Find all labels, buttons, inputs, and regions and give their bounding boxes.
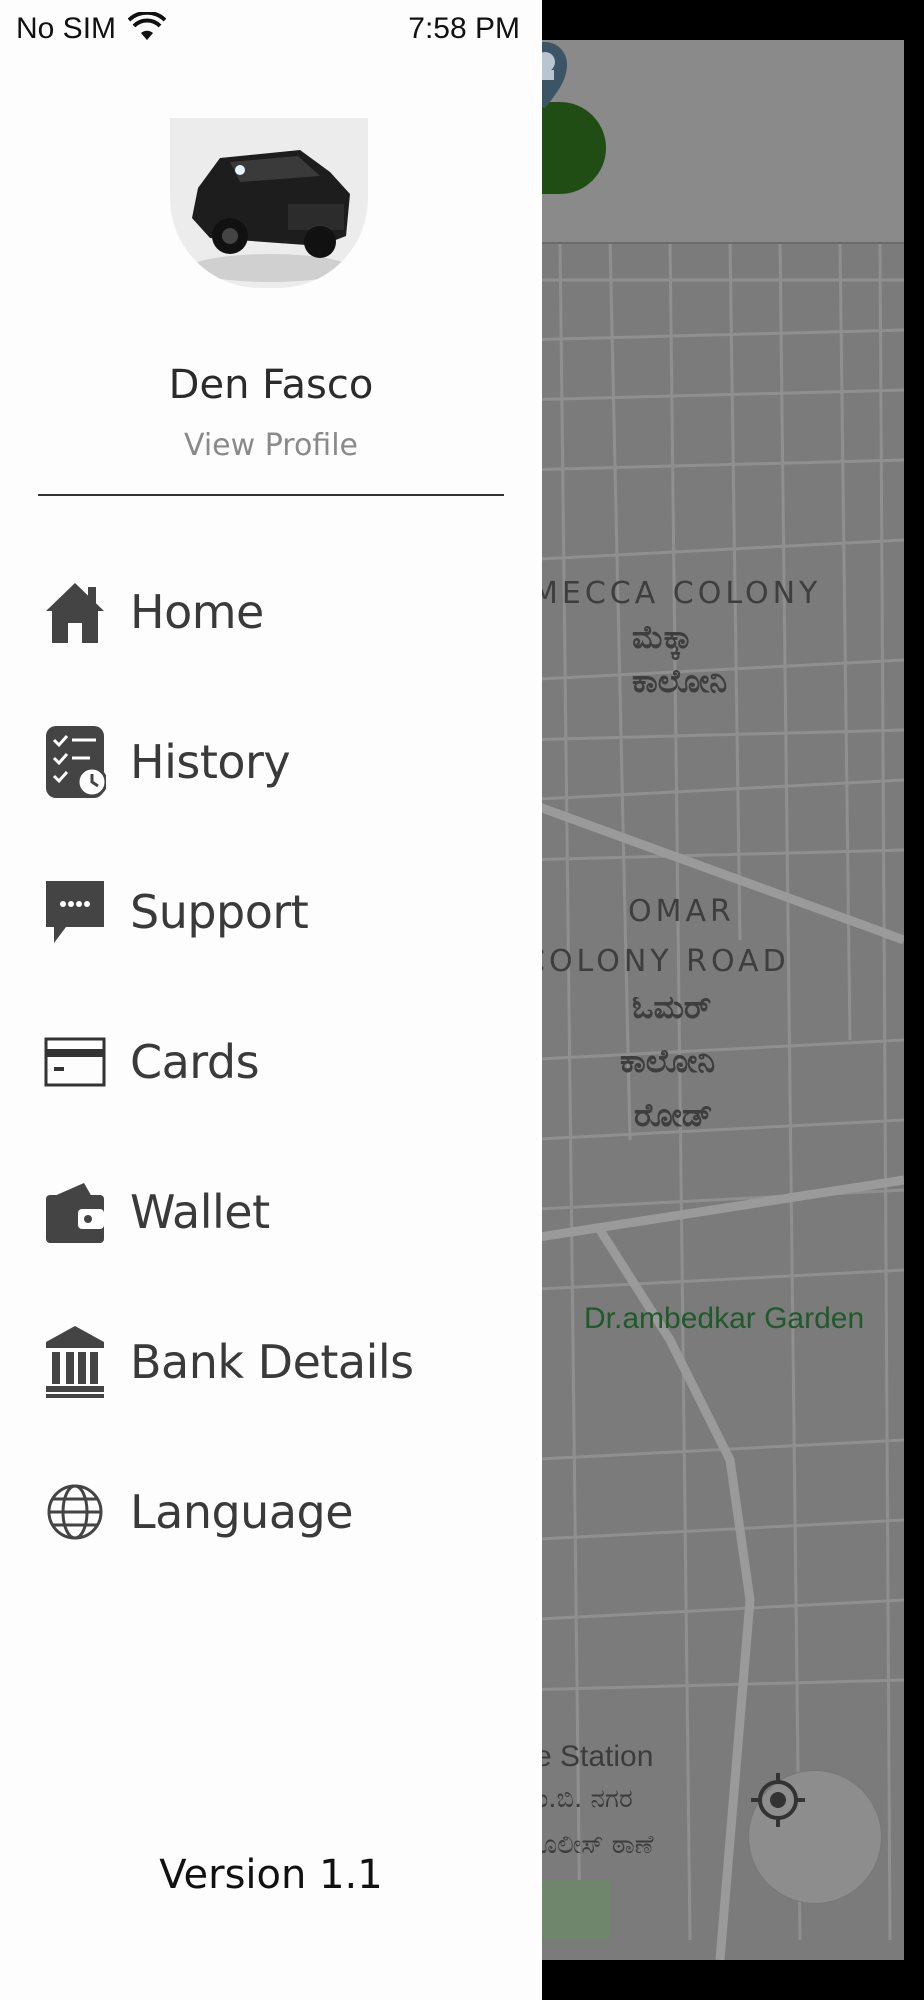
menu-item-bank-details[interactable]: Bank Details	[0, 1312, 542, 1412]
menu-label-history: History	[130, 735, 291, 789]
menu-label-language: Language	[130, 1485, 354, 1539]
map-label-garden: Dr.ambedkar Garden	[584, 1302, 865, 1335]
history-icon	[44, 726, 106, 798]
wallet-icon	[44, 1179, 106, 1245]
map-label-omar-kn2: ಕಾಲೋನಿ	[620, 1042, 716, 1080]
map-label-mecca-kn2: ಕಾಲೋನಿ	[632, 662, 728, 700]
my-location-button[interactable]	[748, 1770, 882, 1904]
menu-item-home[interactable]: Home	[0, 562, 542, 662]
profile-name: Den Fasco	[168, 362, 374, 408]
menu-item-wallet[interactable]: Wallet	[0, 1162, 542, 1262]
map-top-bar	[520, 40, 904, 244]
menu-item-history[interactable]: History	[0, 712, 542, 812]
map-label-mecca-colony: MECCA COLONY	[532, 576, 822, 611]
view-profile-link[interactable]: View Profile	[0, 428, 542, 463]
menu-item-cards[interactable]: Cards	[0, 1012, 542, 1112]
map-label-colony-road: COLONY ROAD	[524, 944, 790, 979]
map-label-omar: OMAR	[628, 894, 735, 929]
map-label-omar-kn1: ಓಮರ್	[632, 988, 712, 1026]
carrier-label: No SIM	[16, 12, 117, 45]
crosshair-location-icon	[751, 1773, 805, 1827]
globe-icon	[44, 1479, 106, 1545]
home-icon	[44, 579, 106, 645]
menu-label-support: Support	[130, 885, 309, 939]
menu-label-cards: Cards	[130, 1035, 260, 1089]
support-chat-icon	[44, 879, 106, 945]
menu-item-language[interactable]: Language	[0, 1462, 542, 1562]
map-label-omar-kn3: ರೋಡ್	[634, 1096, 713, 1134]
card-icon	[44, 1029, 106, 1095]
profile-avatar[interactable]	[170, 118, 368, 288]
menu-label-wallet: Wallet	[130, 1185, 270, 1239]
map-canvas[interactable]: MECCA COLONY ಮೆಕ್ಕಾ ಕಾಲೋನಿ OMAR COLONY R…	[520, 40, 904, 1960]
side-drawer: No SIM 7:58 PM Den Fasco View Profile Ho…	[0, 0, 542, 2000]
map-view[interactable]: MECCA COLONY ಮೆಕ್ಕಾ ಕಾಲೋನಿ OMAR COLONY R…	[520, 0, 924, 2000]
app-version: Version 1.1	[159, 1852, 383, 1898]
status-bar: No SIM 7:58 PM	[0, 0, 542, 62]
divider	[38, 494, 504, 496]
menu-label-bank-details: Bank Details	[130, 1335, 414, 1389]
map-streets	[520, 225, 904, 1960]
bank-icon	[44, 1326, 106, 1398]
menu-item-support[interactable]: Support	[0, 862, 542, 962]
car-avatar-icon	[190, 150, 350, 282]
menu-label-home: Home	[130, 585, 264, 639]
wifi-icon	[128, 12, 166, 40]
map-label-mecca-kn1: ಮೆಕ್ಕಾ	[632, 618, 693, 656]
status-time: 7:58 PM	[408, 12, 520, 45]
